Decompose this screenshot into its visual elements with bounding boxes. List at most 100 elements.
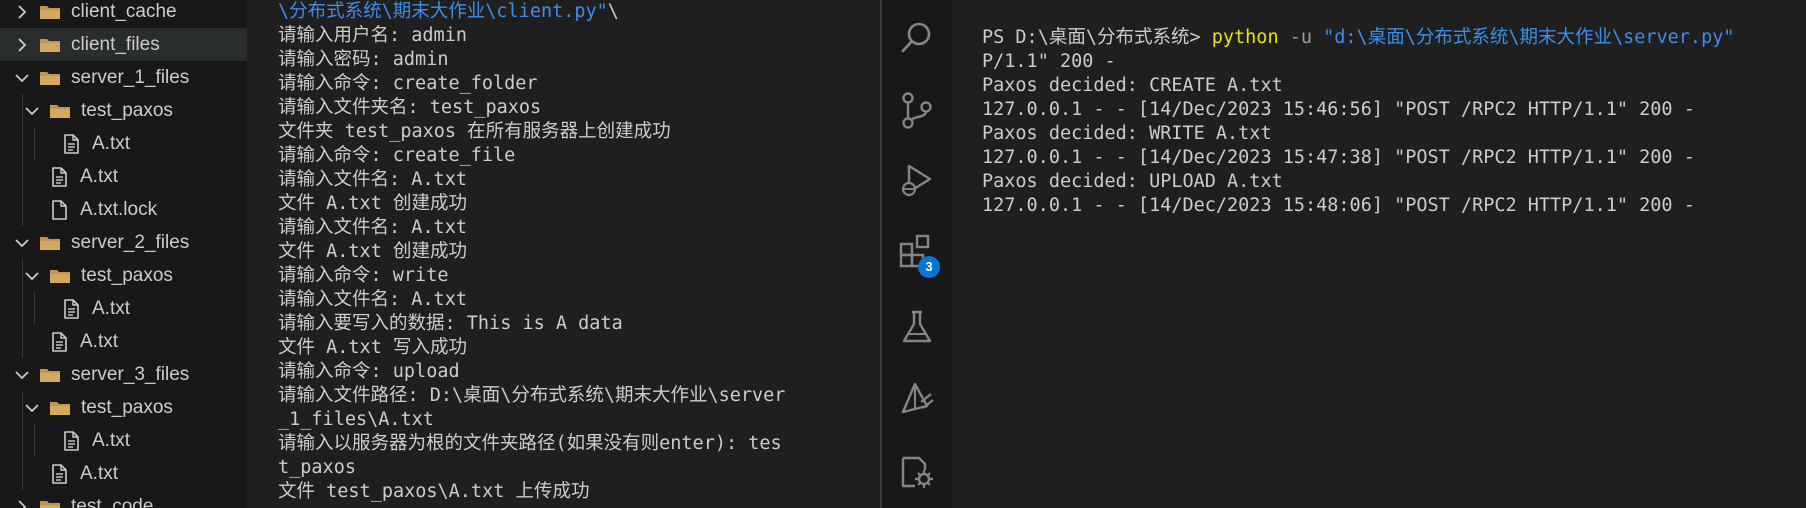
indent-guide (22, 193, 23, 226)
indent-guide (22, 292, 23, 325)
folder-icon (49, 265, 71, 287)
tree-file[interactable]: A.txt.lock (0, 193, 247, 226)
tree-item-label: A.txt.lock (80, 198, 158, 220)
tree-item-label: test_paxos (81, 396, 173, 418)
tree-item-label: server_2_files (71, 231, 190, 253)
terminal-line: P/1.1" 200 - (982, 50, 1116, 72)
folder-icon (39, 34, 61, 56)
file-icon (48, 331, 70, 353)
tree-item-label: test_paxos (81, 264, 173, 286)
terminal-line: 请输入命令: create_folder (278, 72, 538, 94)
tree-item-label: A.txt (80, 165, 119, 187)
file-icon (60, 430, 82, 452)
tree-folder[interactable]: server_3_files (0, 358, 247, 391)
terminal-line: 请输入命令: create_file (278, 144, 516, 166)
settings-sync-icon[interactable] (897, 452, 937, 492)
folder-icon (39, 67, 61, 89)
terminal-line: Paxos decided: WRITE A.txt (982, 122, 1272, 144)
tree-file[interactable]: A.txt (0, 160, 247, 193)
indent-guide (34, 127, 35, 160)
tree-file[interactable]: A.txt (0, 127, 247, 160)
tree-item-label: test_code (71, 495, 154, 508)
folder-icon (49, 397, 71, 419)
tree-file[interactable]: A.txt (0, 457, 247, 490)
terminal-line: 请输入用户名: admin (278, 24, 467, 46)
terminal-line: 请输入密码: admin (278, 48, 449, 70)
remote-icon[interactable] (897, 380, 937, 420)
file-icon (48, 166, 70, 188)
indent-guide (22, 457, 23, 490)
line-continuation: \ (607, 0, 619, 22)
tree-folder[interactable]: test_code (0, 490, 247, 508)
client-terminal[interactable]: \分布式系统\期末大作业\client.py"\ 请输入用户名: admin 请输… (247, 0, 880, 508)
chevron-down-icon[interactable] (23, 102, 41, 120)
script-path: \分布式系统\期末大作业\client.py" (278, 0, 608, 22)
testing-icon[interactable] (897, 307, 937, 347)
terminal-prompt-line: PS D:\桌面\分布式系统> python -u "d:\桌面\分布式系统\期… (982, 26, 1735, 50)
terminal-line: 127.0.0.1 - - [14/Dec/2023 15:47:38] "PO… (982, 146, 1695, 168)
tree-item-label: A.txt (80, 462, 119, 484)
terminal-line: \分布式系统\期末大作业\client.py"\ (278, 0, 619, 24)
tree-file[interactable]: A.txt (0, 424, 247, 457)
chevron-right-icon[interactable] (13, 3, 31, 21)
activity-bar: 3 (882, 0, 952, 508)
chevron-down-icon[interactable] (23, 399, 41, 417)
tree-folder[interactable]: client_files (0, 28, 247, 61)
tree-item-label: A.txt (92, 297, 131, 319)
terminal-line: 请输入文件路径: D:\桌面\分布式系统\期末大作业\server (278, 384, 786, 406)
server-terminal[interactable]: PS D:\桌面\分布式系统> python -u "d:\桌面\分布式系统\期… (952, 0, 1806, 508)
chevron-right-icon[interactable] (13, 498, 31, 508)
terminal-line: 127.0.0.1 - - [14/Dec/2023 15:48:06] "PO… (982, 194, 1695, 216)
tree-item-label: A.txt (92, 429, 131, 451)
tree-item-label: server_3_files (71, 363, 190, 385)
terminal-line: 请输入文件名: A.txt (278, 168, 467, 190)
command-argument: "d:\桌面\分布式系统\期末大作业\server.py" (1323, 26, 1735, 48)
tree-item-label: test_paxos (81, 99, 173, 121)
tree-file[interactable]: A.txt (0, 325, 247, 358)
terminal-line: 文件 A.txt 创建成功 (278, 240, 467, 262)
chevron-down-icon[interactable] (13, 234, 31, 252)
file-icon (60, 133, 82, 155)
folder-icon (49, 100, 71, 122)
tree-file[interactable]: A.txt (0, 292, 247, 325)
chevron-down-icon[interactable] (13, 69, 31, 87)
tree-folder[interactable]: server_1_files (0, 61, 247, 94)
tree-folder[interactable]: test_paxos (0, 259, 247, 292)
indent-guide (34, 424, 35, 457)
indent-guide (22, 160, 23, 193)
tree-folder[interactable]: client_cache (0, 0, 247, 28)
terminal-line: 文件 A.txt 写入成功 (278, 336, 467, 358)
tree-item-label: A.txt (92, 132, 131, 154)
terminal-line: 文件 test_paxos\A.txt 上传成功 (278, 480, 590, 502)
terminal-line: 127.0.0.1 - - [14/Dec/2023 15:46:56] "PO… (982, 98, 1695, 120)
tree-folder[interactable]: test_paxos (0, 94, 247, 127)
explorer-sidebar: client_cache client_files server_1_fileste… (0, 0, 247, 508)
prompt: PS D:\桌面\分布式系统> (982, 26, 1212, 48)
tree-folder[interactable]: server_2_files (0, 226, 247, 259)
terminal-line: 请输入以服务器为根的文件夹路径(如果没有则enter): tes (278, 432, 782, 454)
terminal-line: Paxos decided: UPLOAD A.txt (982, 170, 1283, 192)
tree-item-label: A.txt (80, 330, 119, 352)
indent-guide (22, 127, 23, 160)
terminal-line: 文件 A.txt 创建成功 (278, 192, 467, 214)
indent-guide (34, 292, 35, 325)
terminal-line: 请输入命令: upload (278, 360, 460, 382)
terminal-line: 请输入文件名: A.txt (278, 216, 467, 238)
folder-icon (39, 1, 61, 23)
command: python (1211, 26, 1279, 48)
chevron-right-icon[interactable] (13, 36, 31, 54)
folder-icon (39, 364, 61, 386)
tree-item-label: client_files (71, 33, 160, 55)
tree-folder[interactable]: test_paxos (0, 391, 247, 424)
source-control-icon[interactable] (897, 90, 937, 130)
chevron-down-icon[interactable] (23, 267, 41, 285)
chevron-down-icon[interactable] (13, 366, 31, 384)
extensions-badge: 3 (918, 256, 940, 278)
terminal-line: t_paxos (278, 456, 356, 478)
terminal-line: 请输入文件名: A.txt (278, 288, 467, 310)
file-icon (48, 199, 70, 221)
terminal-line: 请输入命令: write (278, 264, 449, 286)
search-icon[interactable] (897, 18, 937, 58)
folder-icon (39, 232, 61, 254)
run-debug-icon[interactable] (897, 160, 937, 200)
